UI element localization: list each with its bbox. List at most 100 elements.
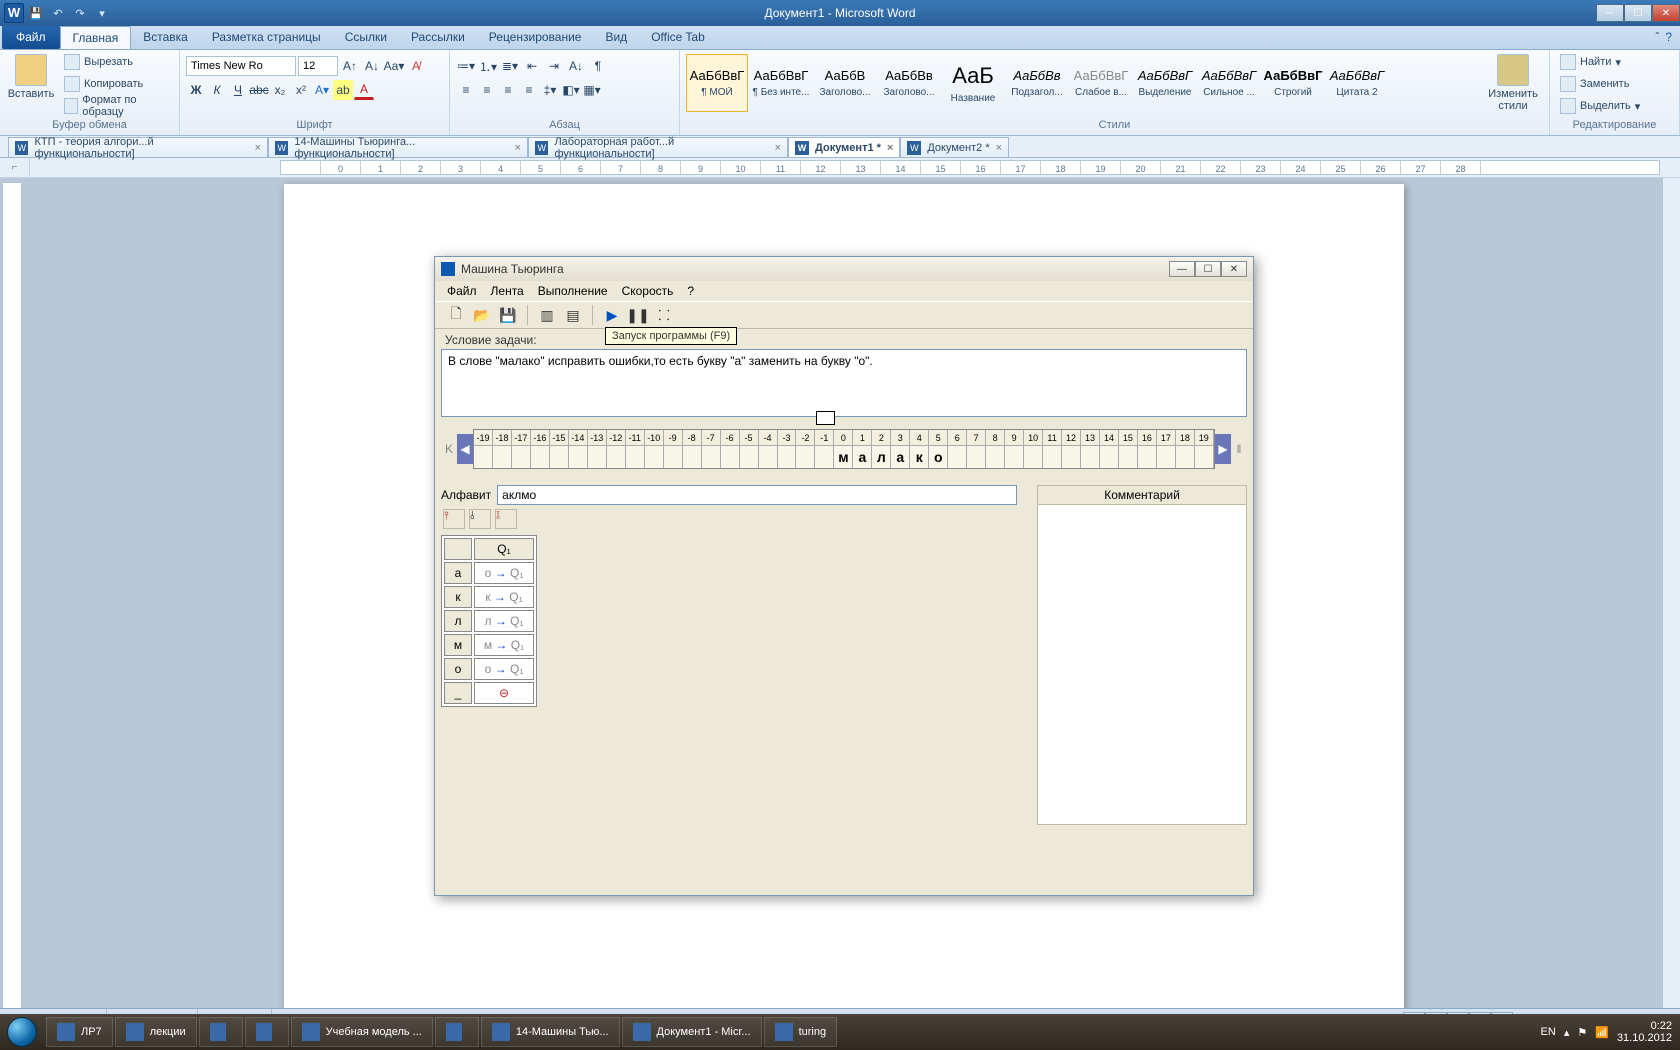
- rules-table[interactable]: Q₁ ао → Q₁кк → Q₁лл → Q₁мм → Q₁оо → Q₁_⊖: [441, 535, 537, 707]
- highlight-icon[interactable]: ab: [333, 80, 353, 100]
- tape-cell[interactable]: 12: [1062, 430, 1081, 468]
- horizontal-ruler[interactable]: 0123456789101112131415161718192021222324…: [280, 160, 1660, 175]
- tape-cell[interactable]: -15: [550, 430, 569, 468]
- taskbar-item[interactable]: [199, 1017, 243, 1047]
- help-icon[interactable]: ?: [1665, 30, 1672, 45]
- rule-tool-3[interactable]: ⫱: [495, 509, 517, 529]
- tab-close-icon[interactable]: ×: [887, 142, 893, 154]
- tab-close-icon[interactable]: ×: [775, 142, 781, 154]
- line-spacing-icon[interactable]: ‡▾: [540, 80, 560, 100]
- tape-cell[interactable]: 15: [1119, 430, 1138, 468]
- turing-step-button[interactable]: ⸬: [653, 304, 675, 326]
- cut-button[interactable]: Вырезать: [60, 52, 173, 72]
- ribbon-tab-officetab[interactable]: Office Tab: [639, 26, 717, 49]
- bold-button[interactable]: Ж: [186, 80, 206, 100]
- tape-cell[interactable]: -13: [588, 430, 607, 468]
- clear-format-icon[interactable]: A̸: [406, 56, 426, 76]
- turing-menu-help[interactable]: ?: [681, 283, 700, 299]
- strike-button[interactable]: abc: [249, 80, 269, 100]
- ribbon-tab-insert[interactable]: Вставка: [131, 26, 200, 49]
- tape-left-button[interactable]: ◀: [457, 434, 473, 464]
- tape-cell[interactable]: -6: [721, 430, 740, 468]
- tape-cell[interactable]: 6: [948, 430, 967, 468]
- taskbar-item[interactable]: [245, 1017, 289, 1047]
- ribbon-minimize-icon[interactable]: ˆ: [1655, 30, 1659, 45]
- tape-cell[interactable]: 7: [967, 430, 986, 468]
- turing-menu-file[interactable]: Файл: [441, 283, 483, 299]
- style-item[interactable]: АаБбВвГ¶ МОЙ: [686, 54, 748, 112]
- copy-button[interactable]: Копировать: [60, 74, 173, 94]
- align-center-icon[interactable]: ≡: [477, 80, 497, 100]
- turing-titlebar[interactable]: Машина Тьюринга — ☐ ✕: [435, 257, 1253, 281]
- ruler-corner[interactable]: ⌐: [0, 158, 30, 177]
- tab-close-icon[interactable]: ×: [255, 142, 261, 154]
- turing-run-button[interactable]: ▶: [601, 304, 623, 326]
- justify-icon[interactable]: ≡: [519, 80, 539, 100]
- tape-cell[interactable]: 11: [1043, 430, 1062, 468]
- align-left-icon[interactable]: ≡: [456, 80, 476, 100]
- ribbon-tab-references[interactable]: Ссылки: [333, 26, 399, 49]
- qat-undo-icon[interactable]: ↶: [48, 3, 68, 23]
- find-button[interactable]: Найти ▾: [1556, 52, 1644, 72]
- style-gallery[interactable]: АаБбВвГ¶ МОЙАаБбВвГ¶ Без инте...АаБбВЗаг…: [686, 52, 1479, 114]
- font-name-combo[interactable]: [186, 56, 296, 76]
- tape-cell[interactable]: 9: [1005, 430, 1024, 468]
- style-item[interactable]: АаБбВвГСтрогий: [1262, 54, 1324, 112]
- select-button[interactable]: Выделить ▾: [1556, 96, 1644, 116]
- turing-menu-speed[interactable]: Скорость: [616, 283, 680, 299]
- tape-cell[interactable]: -18: [493, 430, 512, 468]
- style-item[interactable]: АаБбВвГЦитата 2: [1326, 54, 1388, 112]
- style-item[interactable]: АаБбВвГСлабое в...: [1070, 54, 1132, 112]
- rule-row[interactable]: мм → Q₁: [444, 634, 534, 656]
- qat-customize-icon[interactable]: ▾: [92, 3, 112, 23]
- maximize-button[interactable]: ☐: [1624, 4, 1652, 22]
- turing-tape-icon[interactable]: ▥: [536, 304, 558, 326]
- rule-tool-1[interactable]: ⫯: [443, 509, 465, 529]
- taskbar-item[interactable]: [435, 1017, 479, 1047]
- tray-lang[interactable]: EN: [1541, 1026, 1556, 1038]
- alphabet-input[interactable]: [497, 485, 1017, 505]
- tape-cell[interactable]: -5: [740, 430, 759, 468]
- ribbon-tab-view[interactable]: Вид: [593, 26, 639, 49]
- minimize-button[interactable]: ─: [1596, 4, 1624, 22]
- bullets-icon[interactable]: ≔▾: [456, 56, 476, 76]
- document-tab[interactable]: WДокумент2 *×: [900, 137, 1009, 157]
- tab-close-icon[interactable]: ×: [515, 142, 521, 154]
- style-item[interactable]: АаБбВвГ¶ Без инте...: [750, 54, 812, 112]
- qat-redo-icon[interactable]: ↷: [70, 3, 90, 23]
- multilevel-icon[interactable]: ≣▾: [500, 56, 520, 76]
- numbering-icon[interactable]: ⒈▾: [478, 56, 498, 76]
- borders-icon[interactable]: ▦▾: [582, 80, 602, 100]
- turing-pause-button[interactable]: ❚❚: [627, 304, 649, 326]
- tape-cell[interactable]: 10: [1024, 430, 1043, 468]
- change-case-icon[interactable]: Aa▾: [384, 56, 404, 76]
- start-button[interactable]: [0, 1014, 44, 1050]
- turing-save-icon[interactable]: 💾: [497, 304, 519, 326]
- tape-cell[interactable]: 8: [986, 430, 1005, 468]
- rule-row[interactable]: лл → Q₁: [444, 610, 534, 632]
- text-effects-icon[interactable]: A▾: [312, 80, 332, 100]
- tape-cell[interactable]: 3а: [891, 430, 910, 468]
- tape-cell[interactable]: -8: [683, 430, 702, 468]
- rule-row[interactable]: ао → Q₁: [444, 562, 534, 584]
- tray-action-icon[interactable]: ⚑: [1577, 1026, 1587, 1039]
- tape-cell[interactable]: -11: [626, 430, 645, 468]
- format-painter-button[interactable]: Формат по образцу: [60, 96, 173, 116]
- indent-dec-icon[interactable]: ⇤: [522, 56, 542, 76]
- document-tab[interactable]: WЛабораторная работ...й функциональности…: [528, 137, 788, 157]
- taskbar-item[interactable]: Учебная модель ...: [291, 1017, 433, 1047]
- turing-tape2-icon[interactable]: ▤: [562, 304, 584, 326]
- indent-inc-icon[interactable]: ⇥: [544, 56, 564, 76]
- tape-cell[interactable]: 16: [1138, 430, 1157, 468]
- file-tab[interactable]: Файл: [2, 26, 60, 49]
- tape-right-button[interactable]: ▶: [1215, 434, 1231, 464]
- qat-save-icon[interactable]: 💾: [26, 3, 46, 23]
- document-page[interactable]: Машина Тьюринга — ☐ ✕ Файл Лента Выполне…: [284, 184, 1404, 1014]
- tape-cell[interactable]: -14: [569, 430, 588, 468]
- font-color-icon[interactable]: A: [354, 80, 374, 100]
- font-size-combo[interactable]: [298, 56, 338, 76]
- tape-cell[interactable]: -2: [796, 430, 815, 468]
- tape-cell[interactable]: 14: [1100, 430, 1119, 468]
- paste-button[interactable]: Вставить: [6, 52, 56, 102]
- vertical-ruler[interactable]: [2, 182, 22, 1010]
